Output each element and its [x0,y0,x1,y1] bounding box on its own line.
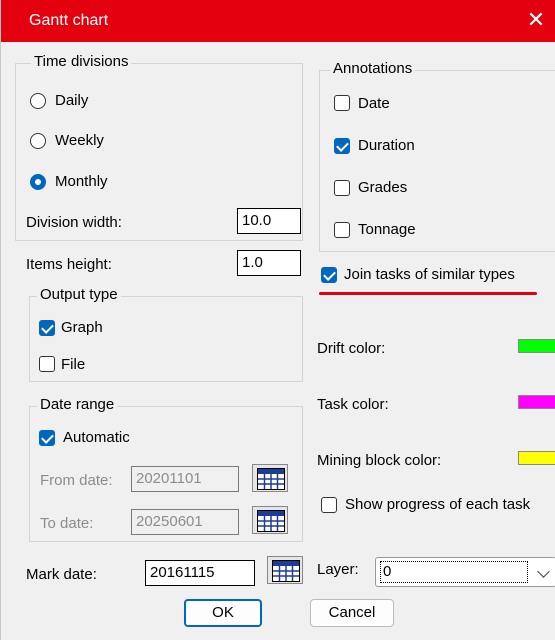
automatic-label[interactable]: Automatic [63,429,130,446]
close-icon[interactable]: ✕ [524,8,548,32]
show-progress-checkbox[interactable] [321,497,337,513]
drift-color-swatch[interactable] [518,339,555,353]
division-width-input[interactable]: 10.0 [237,208,301,234]
cancel-button[interactable]: Cancel [310,599,394,627]
show-progress-label[interactable]: Show progress of each task [345,496,530,513]
file-label[interactable]: File [61,356,85,373]
mark-date-calendar-button[interactable] [267,556,303,584]
time-divisions-legend: Time divisions [31,53,132,70]
items-height-label: Items height: [26,256,112,273]
graph-checkbox[interactable] [39,320,55,336]
division-width-label: Division width: [26,214,122,231]
join-tasks-checkbox[interactable] [321,267,337,283]
from-date-calendar-button[interactable] [252,464,288,492]
to-date-label: To date: [40,515,94,532]
monthly-radio[interactable] [30,174,46,190]
duration-label[interactable]: Duration [358,137,415,154]
calendar-icon [257,510,285,532]
date-label[interactable]: Date [358,95,390,112]
annotations-legend: Annotations [330,60,416,77]
monthly-label[interactable]: Monthly [55,173,108,190]
layer-select-value: 0 [380,561,528,583]
layer-label: Layer: [317,561,359,578]
title-bar[interactable]: Gantt chart ✕ [1,0,555,42]
items-height-input[interactable]: 1.0 [237,250,301,276]
output-type-legend: Output type [37,286,121,303]
from-date-label: From date: [40,472,113,489]
mark-date-input[interactable]: 20161115 [145,560,255,586]
weekly-label[interactable]: Weekly [55,132,104,149]
daily-label[interactable]: Daily [55,92,88,109]
calendar-icon [272,560,300,582]
to-date-input[interactable]: 20250601 [131,509,239,535]
date-range-legend: Date range [37,396,118,413]
tonnage-checkbox[interactable] [334,222,350,238]
ok-button[interactable]: OK [184,599,262,627]
mining-block-color-label: Mining block color: [317,452,442,469]
annotations-group [319,70,555,252]
dialog-title: Gantt chart [29,12,109,29]
from-date-input[interactable]: 20201101 [131,466,239,492]
join-tasks-highlight-underline [319,292,537,295]
calendar-icon [257,468,285,490]
task-color-label: Task color: [317,396,389,413]
mining-block-color-swatch[interactable] [518,451,555,465]
drift-color-label: Drift color: [317,340,386,357]
chevron-down-icon[interactable] [537,565,550,578]
grades-label[interactable]: Grades [358,179,407,196]
mark-date-label: Mark date: [26,566,97,583]
gantt-chart-dialog: Gantt chart ✕ Time divisions Daily Weekl… [0,0,555,640]
duration-checkbox[interactable] [334,138,350,154]
graph-label[interactable]: Graph [61,319,103,336]
daily-radio[interactable] [30,93,46,109]
tonnage-label[interactable]: Tonnage [358,221,416,238]
task-color-swatch[interactable] [518,395,555,409]
grades-checkbox[interactable] [334,180,350,196]
join-tasks-label[interactable]: Join tasks of similar types [344,266,515,283]
file-checkbox[interactable] [39,356,55,372]
weekly-radio[interactable] [30,133,46,149]
date-checkbox[interactable] [334,95,350,111]
layer-select[interactable]: 0 [375,557,555,587]
automatic-checkbox[interactable] [39,430,55,446]
to-date-calendar-button[interactable] [252,506,288,534]
